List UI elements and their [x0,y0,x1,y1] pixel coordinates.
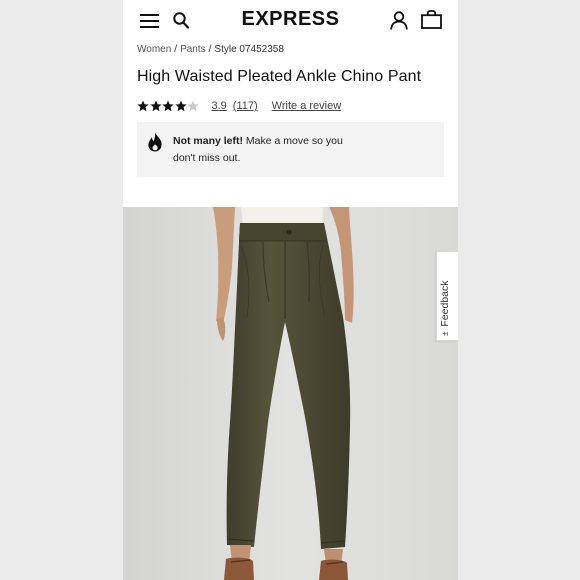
breadcrumb-pants[interactable]: Pants [180,44,206,55]
breadcrumb-women[interactable]: Women [137,44,171,55]
rating-value[interactable]: 3.9 [212,100,227,112]
low-stock-notice: Not many left! Make a move so you don't … [137,122,444,177]
star-filled-icon [174,100,187,112]
review-count-link[interactable]: (117) [233,100,258,112]
style-number: Style 07452358 [214,44,284,55]
low-stock-headline: Not many left! [173,135,244,147]
star-rating[interactable] [137,100,200,112]
shopping-bag-icon[interactable] [421,10,442,34]
feedback-label: Feedback [439,280,451,327]
breadcrumb-separator: / [174,44,178,55]
plus-minus-icon: ± [440,331,450,336]
star-filled-icon [162,100,174,112]
product-title: High Waisted Pleated Ankle Chino Pant [137,68,422,85]
rating-row: 3.9 (117) Write a review [137,99,341,113]
flame-icon [147,132,163,157]
breadcrumb-separator: / [208,44,212,55]
product-image[interactable] [123,207,458,580]
top-nav: EXPRESS [123,0,458,40]
star-filled-icon [137,100,149,112]
user-account-icon[interactable] [390,11,408,35]
product-page: EXPRESS Women / Pants / Style 07452358 High … [123,0,458,580]
star-empty-icon [187,100,199,112]
feedback-tab[interactable]: ± Feedback [436,251,458,341]
feedback-tab-content: ± Feedback [439,280,451,336]
breadcrumb: Women / Pants / Style 07452358 [137,44,284,55]
star-filled-icon [149,100,162,112]
model-wearing-pants-image [123,207,458,580]
write-review-link[interactable]: Write a review [272,100,341,112]
low-stock-message: Not many left! Make a move so you don't … [173,133,363,167]
